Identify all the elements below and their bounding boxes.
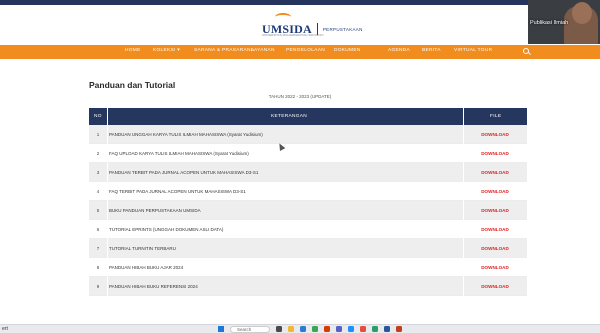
row-number: 2: [96, 151, 100, 156]
table-row: 5 BUKU PANDUAN PERPUSTAKAAN UMSIDA DOWNL…: [89, 201, 527, 220]
row-description: FAQ UPLOAD KARYA TULIS ILMIAH MAHASISWA …: [109, 151, 249, 156]
row-description: PANDUAN HIBAH BUKU REFERENSI 2024: [109, 284, 198, 289]
period-subtitle: TAHUN 2022 - 2023 (UPDATE): [268, 94, 332, 99]
row-description: PANDUAN UNGGAH KARYA TULIS ILMIAH MAHASI…: [109, 132, 263, 137]
nav-item-layanan[interactable]: LAYANAN: [251, 48, 275, 53]
row-number: 3: [96, 170, 100, 175]
column-divider: [107, 182, 108, 201]
page-title: Panduan dan Tutorial: [89, 80, 176, 90]
column-divider: [107, 277, 108, 296]
row-number: 1: [96, 132, 100, 137]
column-divider: [107, 125, 108, 144]
row-description: BUKU PANDUAN PERPUSTAKAAN UMSIDA: [109, 208, 201, 213]
webcam-name-label: Publikasi Ilmiah: [530, 20, 569, 26]
table-row: 4 FAQ TERBIT PADA JURNAL ACOPEN UNTUK MA…: [89, 182, 527, 201]
download-link[interactable]: DOWNLOAD: [463, 227, 527, 232]
logo-tagline: UNIVERSITAS MUHAMMADIYAH SIDOARJO: [262, 33, 324, 37]
nav-item-koleksi[interactable]: KOLEKSI ▾: [153, 48, 180, 53]
nav-item-berita[interactable]: BERITA: [422, 48, 441, 53]
row-description: TUTORIAL TURNITIN TERBARU: [109, 246, 176, 251]
row-description: PANDUAN HIBAH BUKU AJAR 2024: [109, 265, 184, 270]
office-app-icon[interactable]: [324, 326, 330, 332]
nav-item-agenda[interactable]: AGENDA: [388, 48, 410, 53]
column-divider: [107, 201, 108, 220]
table-row: 6 TUTORIAL EPRINTS (UNGGAH DOKUMEN ASLI …: [89, 220, 527, 239]
word-app-icon[interactable]: [384, 326, 390, 332]
file-explorer-icon[interactable]: [288, 326, 294, 332]
download-link[interactable]: DOWNLOAD: [463, 151, 527, 156]
row-description: PANDUAN TERBIT PADA JURNAL ACOPEN UNTUK …: [109, 170, 259, 175]
column-divider: [107, 239, 108, 258]
search-icon[interactable]: [523, 48, 529, 54]
taskbar-search-placeholder: Search: [237, 327, 252, 332]
nav-item-koleksi-label: KOLEKSI: [153, 48, 176, 53]
chevron-down-icon: ▾: [177, 48, 180, 53]
download-link[interactable]: DOWNLOAD: [463, 170, 527, 175]
header-file: FILE: [490, 114, 502, 119]
header-divider: [107, 108, 108, 125]
download-link[interactable]: DOWNLOAD: [463, 284, 527, 289]
windows-start-icon[interactable]: [218, 326, 224, 332]
column-divider: [107, 220, 108, 239]
teams-app-icon[interactable]: [336, 326, 342, 332]
table-row: 3 PANDUAN TERBIT PADA JURNAL ACOPEN UNTU…: [89, 163, 527, 182]
download-link[interactable]: DOWNLOAD: [463, 132, 527, 137]
column-divider: [107, 258, 108, 277]
table-row: 8 PANDUAN HIBAH BUKU AJAR 2024 DOWNLOAD: [89, 258, 527, 277]
nav-item-dokumen[interactable]: DOKUMEN: [334, 48, 361, 53]
download-link[interactable]: DOWNLOAD: [463, 189, 527, 194]
media-app-icon[interactable]: [360, 326, 366, 332]
row-description: FAQ TERBIT PADA JURNAL ACOPEN UNTUK MAHA…: [109, 189, 246, 194]
row-description: TUTORIAL EPRINTS (UNGGAH DOKUMEN ASLI DA…: [109, 227, 224, 232]
umsida-logo[interactable]: UMSIDA PERPUSTAKAAN UNIVERSITAS MUHAMMAD…: [262, 13, 363, 39]
header-no: NO: [94, 114, 102, 119]
column-divider: [107, 144, 108, 163]
download-link[interactable]: DOWNLOAD: [463, 208, 527, 213]
table-row: 7 TUTORIAL TURNITIN TERBARU DOWNLOAD: [89, 239, 527, 258]
logo-subtitle: PERPUSTAKAAN: [322, 26, 363, 32]
taskbar-left-text: ert: [2, 326, 8, 332]
row-number: 6: [96, 227, 100, 232]
row-number: 4: [96, 189, 100, 194]
nav-item-home[interactable]: HOME: [125, 48, 141, 53]
chrome-browser-icon[interactable]: [312, 326, 318, 332]
taskbar-search-input[interactable]: Search: [230, 326, 270, 333]
row-number: 8: [96, 265, 100, 270]
webcam-head: [572, 2, 592, 24]
edge-browser-icon[interactable]: [300, 326, 306, 332]
header-divider: [463, 108, 464, 125]
row-number: 9: [96, 284, 100, 289]
header-keterangan: KETERANGAN: [271, 114, 308, 119]
nav-item-virtual-tour[interactable]: VIRTUAL TOUR: [454, 48, 492, 53]
zoom-app-icon[interactable]: [348, 326, 354, 332]
table-header: NO KETERANGAN FILE: [89, 108, 527, 125]
logo-swoosh-icon: [275, 13, 291, 21]
download-link[interactable]: DOWNLOAD: [463, 246, 527, 251]
webcam-overlay: Publikasi Ilmiah: [528, 0, 600, 44]
site-header: UMSIDA PERPUSTAKAAN UNIVERSITAS MUHAMMAD…: [0, 5, 600, 45]
table-row: 9 PANDUAN HIBAH BUKU REFERENSI 2024 DOWN…: [89, 277, 527, 296]
powerpoint-app-icon[interactable]: [396, 326, 402, 332]
row-number: 5: [96, 208, 100, 213]
excel-app-icon[interactable]: [372, 326, 378, 332]
os-taskbar: ert Search: [0, 324, 600, 333]
download-link[interactable]: DOWNLOAD: [463, 265, 527, 270]
task-view-icon[interactable]: [276, 326, 282, 332]
row-number: 7: [96, 246, 100, 251]
table-row: 2 FAQ UPLOAD KARYA TULIS ILMIAH MAHASISW…: [89, 144, 527, 163]
table-row: 1 PANDUAN UNGGAH KARYA TULIS ILMIAH MAHA…: [89, 125, 527, 144]
nav-item-pengelolaan[interactable]: PENGELOLAAN: [286, 48, 325, 53]
main-nav: HOME KOLEKSI ▾ SARANA & PRASARANA LAYANA…: [0, 45, 600, 59]
nav-item-sarana[interactable]: SARANA & PRASARANA: [194, 48, 254, 53]
column-divider: [107, 163, 108, 182]
table-body: 1 PANDUAN UNGGAH KARYA TULIS ILMIAH MAHA…: [89, 125, 527, 296]
